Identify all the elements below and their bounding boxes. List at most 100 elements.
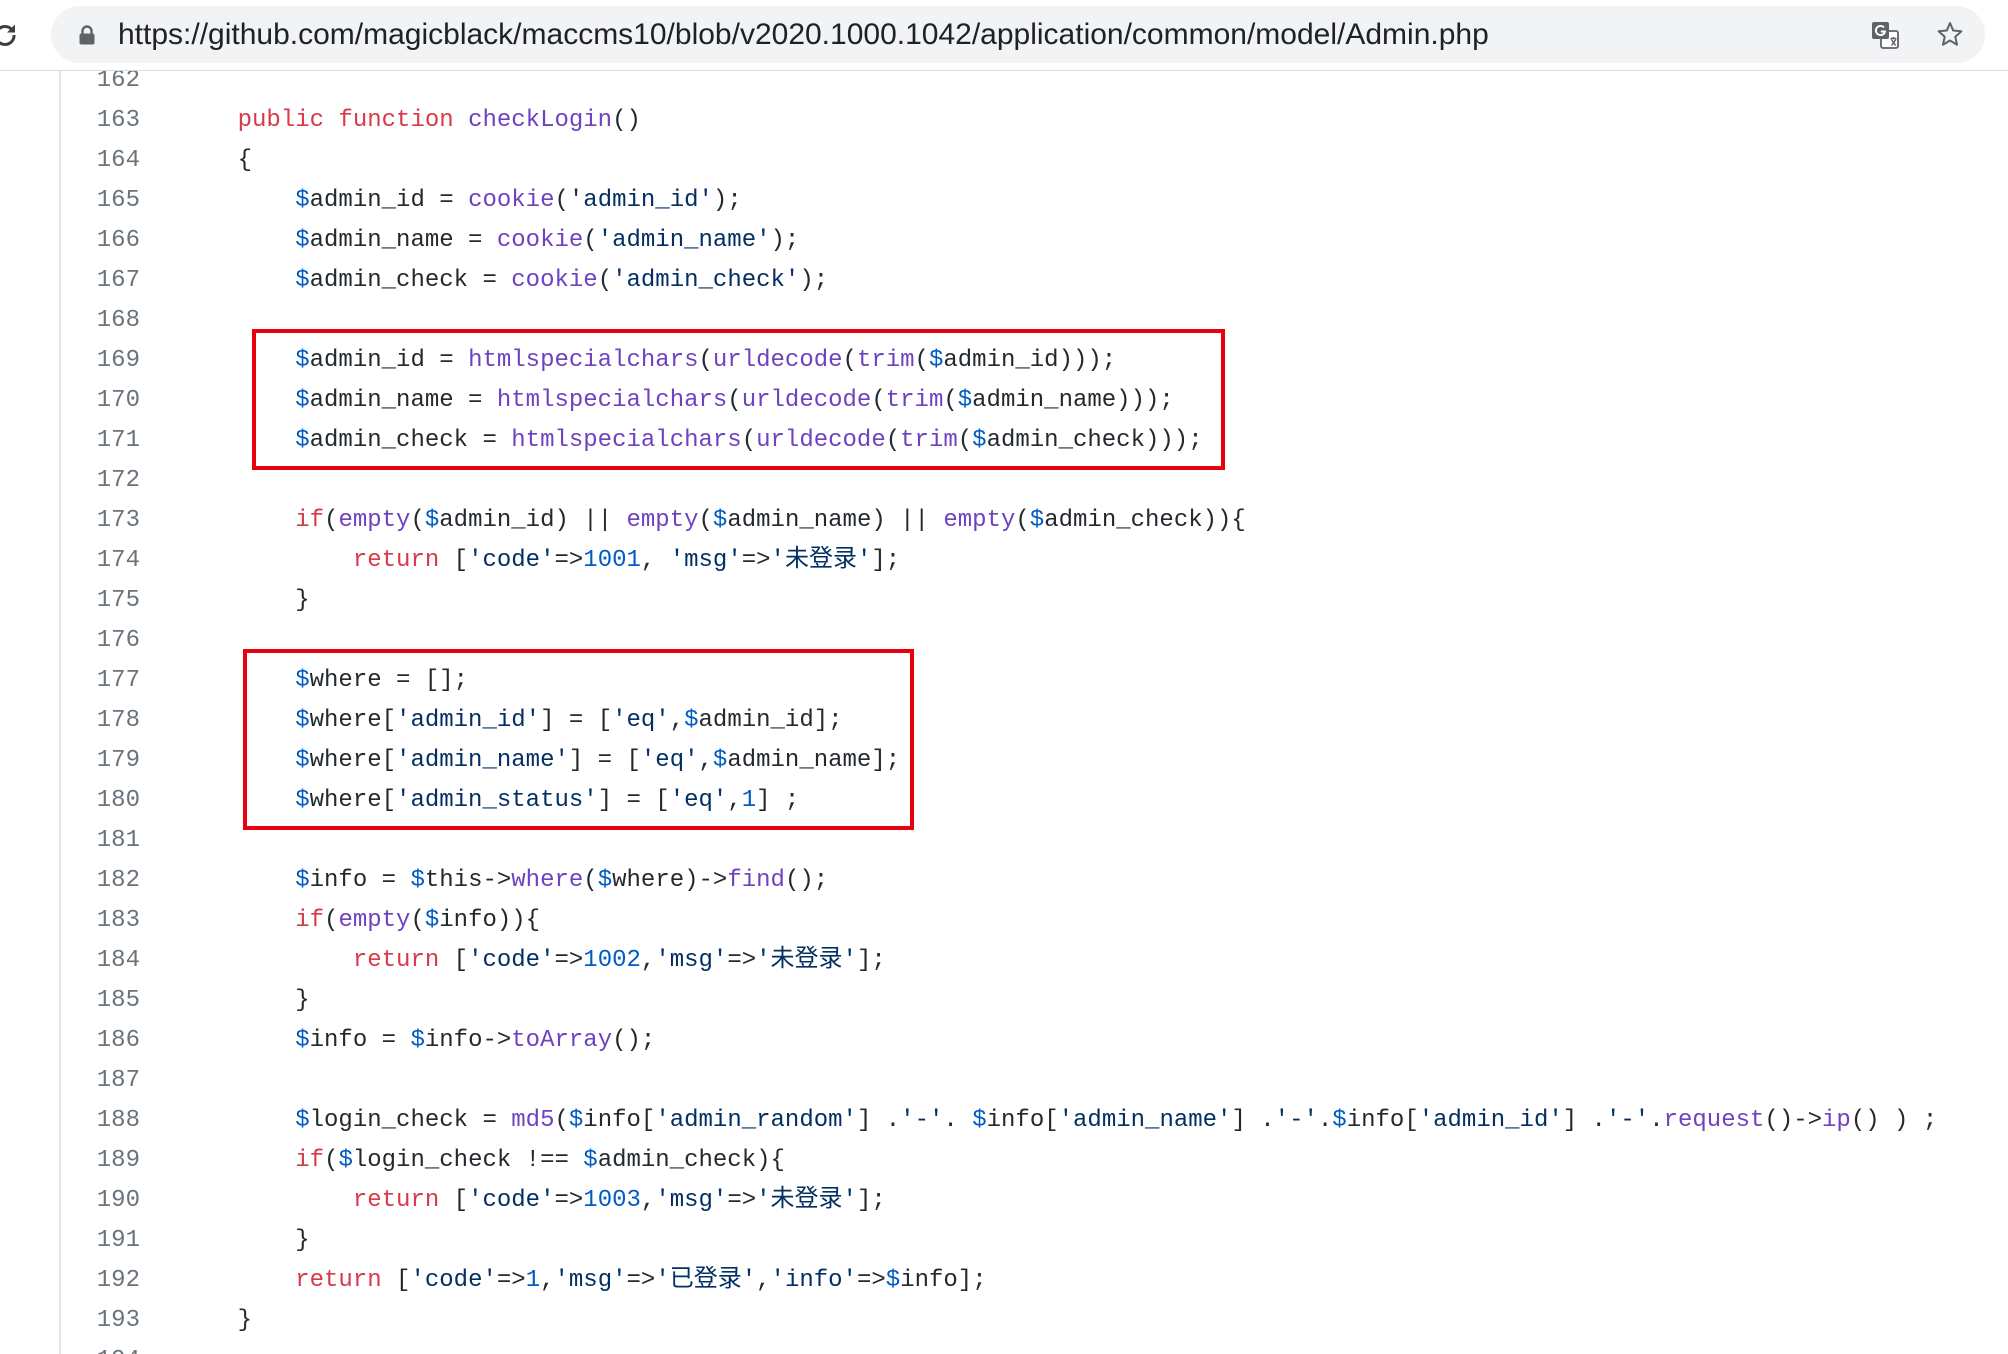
string-literal-token: '未登录' [756,1187,857,1214]
line-number[interactable]: 187 [0,1061,140,1101]
function-name-token: cookie [496,227,584,254]
code-line: 190 return ['code'=>1003,'msg'=>'未登录']; [0,1181,2008,1221]
line-number[interactable]: 166 [0,221,140,261]
variable-sigil-token: $ [583,1147,598,1174]
line-number[interactable]: 164 [0,141,140,181]
line-number[interactable]: 179 [0,741,140,781]
string-literal-token: '未登录' [756,947,857,974]
code-text-token: => [741,547,771,574]
code-line: 162 [0,71,2008,101]
string-literal-token: 'info' [770,1267,857,1294]
line-number[interactable]: 194 [0,1341,140,1354]
string-literal-token: 'admin_check' [612,267,800,294]
function-name-token: cookie [511,267,598,294]
code-text-token: } [295,587,310,614]
keyword-token: return [352,1187,440,1214]
line-number[interactable]: 191 [0,1221,140,1261]
line-number[interactable]: 180 [0,781,140,821]
line-number[interactable]: 188 [0,1101,140,1141]
code-line: 182 $info = $this->where($where)->find()… [0,861,2008,901]
line-number[interactable]: 169 [0,341,140,381]
variable-sigil-token: $ [424,907,440,934]
line-number[interactable]: 174 [0,541,140,581]
code-line: 193 } [0,1301,2008,1341]
code-text-token: ( [324,507,339,534]
code-text-token: ( [698,507,713,534]
code-line: 165 $admin_id = cookie('admin_id'); [0,181,2008,221]
line-number[interactable]: 173 [0,501,140,541]
code-text-token: => [626,1267,656,1294]
code-text-token: ]; [871,547,901,574]
code-text-token: => [727,1187,757,1214]
function-name-token: where [511,867,584,894]
variable-sigil-token: $ [295,187,310,214]
line-number[interactable]: 184 [0,941,140,981]
code-text-token: ( [597,267,613,294]
code-text-token: () ) ; [1850,1107,1938,1134]
code-text-token: login_check !== [352,1147,584,1174]
code-text-token: admin_name = [309,227,497,254]
code-text-token: , [540,1267,555,1294]
code-text-token: info[ [986,1107,1059,1134]
line-number[interactable]: 178 [0,701,140,741]
line-number[interactable]: 186 [0,1021,140,1061]
code-text-token: info-> [424,1027,512,1054]
line-number[interactable]: 172 [0,461,140,501]
line-code: { [140,141,252,181]
line-number[interactable]: 175 [0,581,140,621]
code-text-token: [ [439,1187,469,1214]
code-text-token: { [237,147,253,174]
line-number[interactable]: 168 [0,301,140,341]
line-number[interactable]: 183 [0,901,140,941]
line-number[interactable]: 181 [0,821,140,861]
string-literal-token: 'admin_random' [655,1107,857,1134]
line-number[interactable]: 193 [0,1301,140,1341]
line-number[interactable]: 162 [0,71,140,101]
code-text-token: => [496,1267,526,1294]
line-number[interactable]: 190 [0,1181,140,1221]
code-text-token: } [295,987,310,1014]
keyword-token: return [352,547,440,574]
code-text-token: info]; [900,1267,987,1294]
line-number[interactable]: 176 [0,621,140,661]
string-literal-token: '-' [900,1107,944,1134]
variable-sigil-token: $ [1029,507,1045,534]
line-number[interactable]: 192 [0,1261,140,1301]
function-name-token: md5 [511,1107,555,1134]
code-text-token: ( [583,227,598,254]
keyword-token: if [295,507,325,534]
code-line: 185 } [0,981,2008,1021]
string-literal-token: 'admin_id' [1418,1107,1563,1134]
code-text-token: (); [784,867,829,894]
line-number[interactable]: 170 [0,381,140,421]
star-icon[interactable] [1935,20,1965,50]
lock-icon[interactable] [78,24,96,46]
line-number[interactable]: 189 [0,1141,140,1181]
line-code: return ['code'=>1001, 'msg'=>'未登录']; [140,541,900,581]
url-text[interactable]: https://github.com/magicblack/maccms10/b… [118,6,1489,63]
reload-icon[interactable] [0,21,20,49]
line-number[interactable]: 185 [0,981,140,1021]
line-number[interactable]: 167 [0,261,140,301]
line-number[interactable]: 177 [0,661,140,701]
line-number[interactable]: 171 [0,421,140,461]
code-text-token: . [943,1107,973,1134]
line-code: return ['code'=>1002,'msg'=>'未登录']; [140,941,886,981]
code-text-token: => [727,947,757,974]
code-text-token: ] . [1231,1107,1275,1134]
string-literal-token: 'admin_name' [1058,1107,1232,1134]
line-number[interactable]: 165 [0,181,140,221]
translate-icon[interactable] [1870,20,1900,50]
line-number[interactable]: 182 [0,861,140,901]
variable-sigil-token: $ [410,867,425,894]
code-text-token: ]; [856,947,886,974]
keyword-token: return [295,1267,382,1294]
code-line: 192 return ['code'=>1,'msg'=>'已登录','info… [0,1261,2008,1301]
code-line: 188 $login_check = md5($info['admin_rand… [0,1101,2008,1141]
code-line: 183 if(empty($info)){ [0,901,2008,941]
line-number[interactable]: 163 [0,101,140,141]
